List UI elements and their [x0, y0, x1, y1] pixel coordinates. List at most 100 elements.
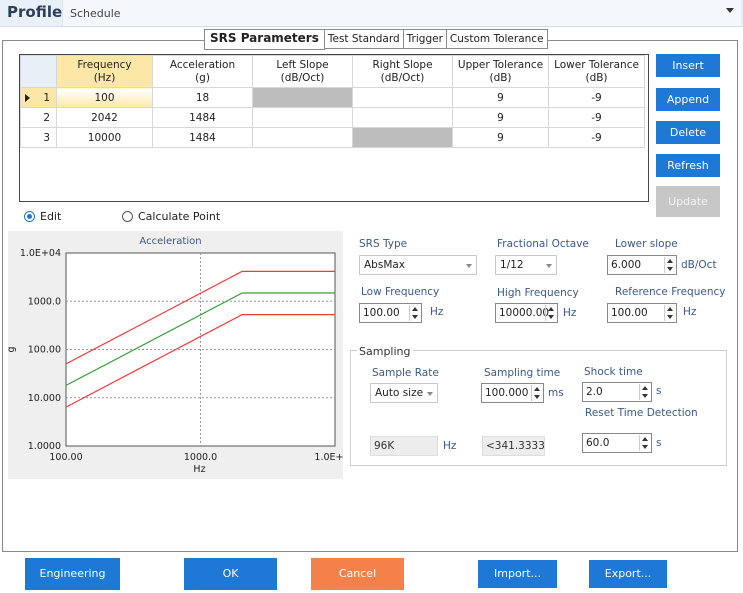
cell-lower-tolerance[interactable]: -9 — [548, 127, 645, 148]
tab-trigger[interactable]: Trigger — [402, 29, 447, 49]
schedule-label: Schedule — [70, 7, 121, 20]
y-tick-label: 1.0E+04 — [20, 248, 61, 259]
engineering-units-button[interactable]: Engineering Units — [25, 558, 120, 590]
table-row[interactable]: 1 100 18 9 -9 — [20, 87, 645, 108]
arrow-up-icon — [667, 307, 673, 311]
cell-lower-tolerance[interactable]: -9 — [548, 87, 645, 108]
arrow-up-icon — [534, 387, 540, 391]
table-row[interactable]: 2 2042 1484 9 -9 — [20, 107, 645, 128]
cell-frequency[interactable]: 10000 — [56, 127, 153, 148]
header-name: Lower Tolerance — [554, 58, 639, 71]
edit-radio[interactable]: Edit — [24, 210, 61, 223]
spinner-arrows-icon[interactable] — [545, 305, 556, 321]
reference-frequency-spinner[interactable]: 100.00 — [607, 303, 677, 323]
spinner-arrows-icon[interactable] — [409, 305, 420, 321]
srs-type-select[interactable]: AbsMax — [359, 255, 477, 275]
srs-parameter-grid[interactable]: Frequency (Hz) Acceleration (g) Left Slope… — [19, 54, 649, 202]
lower-slope-spinner[interactable]: 6.000 — [607, 255, 677, 275]
row-pointer-icon — [25, 94, 30, 102]
reference-frequency-value: 100.00 — [611, 307, 648, 319]
column-header-acceleration[interactable]: Acceleration (g) — [152, 55, 253, 88]
spinner-arrows-icon[interactable] — [531, 385, 542, 401]
lower-slope-value: 6.000 — [611, 259, 642, 271]
arrow-down-icon — [642, 445, 648, 449]
arrow-down-icon — [667, 315, 673, 319]
shock-time-spinner[interactable]: 2.0 — [582, 382, 652, 402]
row-header[interactable]: 1 — [20, 87, 57, 108]
header-unit: (Hz) — [93, 71, 116, 84]
arrow-up-icon — [667, 259, 673, 263]
cancel-button[interactable]: Cancel — [311, 558, 404, 590]
chevron-down-icon — [726, 8, 734, 13]
lower-slope-unit: dB/Oct — [681, 259, 717, 271]
sampling-time-spinner[interactable]: 100.000 — [481, 383, 544, 403]
low-frequency-spinner[interactable]: 100.00 — [359, 303, 422, 323]
y-tick-label: 10.000 — [28, 393, 61, 404]
fractional-octave-select[interactable]: 1/12 — [495, 255, 557, 275]
cell-frequency[interactable]: 2042 — [56, 107, 153, 128]
cell-acceleration[interactable]: 1484 — [152, 107, 253, 128]
delete-button[interactable]: Delete — [656, 121, 720, 144]
sample-rate-label: Sample Rate — [372, 367, 439, 379]
spinner-arrows-icon[interactable] — [664, 257, 675, 273]
cell-acceleration[interactable]: 18 — [152, 87, 253, 108]
srs-type-label: SRS Type — [359, 238, 408, 250]
arrow-up-icon — [412, 307, 418, 311]
export-button[interactable]: Export... — [589, 560, 667, 588]
lower-slope-label: Lower slope — [615, 238, 678, 250]
spinner-arrows-icon[interactable] — [639, 435, 650, 451]
column-header-upper-tolerance[interactable]: Upper Tolerance (dB) — [452, 55, 549, 88]
chevron-down-icon — [427, 392, 433, 396]
import-button[interactable]: Import... — [478, 560, 557, 588]
insert-button[interactable]: Insert — [656, 54, 720, 77]
header-name: Left Slope — [276, 58, 329, 71]
arrow-up-icon — [642, 386, 648, 390]
sample-rate-value: Auto size — [375, 387, 424, 399]
row-header[interactable]: 3 — [20, 127, 57, 148]
cell-left-slope[interactable] — [252, 107, 353, 128]
cell-lower-tolerance[interactable]: -9 — [548, 107, 645, 128]
chevron-down-icon — [546, 264, 552, 268]
append-button[interactable]: Append — [656, 88, 720, 111]
high-frequency-spinner[interactable]: 10000.00 — [495, 303, 558, 323]
tab-custom-tolerance[interactable]: Custom Tolerance — [445, 29, 548, 49]
column-header-lower-tolerance[interactable]: Lower Tolerance (dB) — [548, 55, 645, 88]
sample-rate-select[interactable]: Auto size — [370, 383, 438, 403]
arrow-up-icon — [548, 307, 554, 311]
tab-srs-parameters[interactable]: SRS Parameters — [204, 29, 325, 50]
x-tick-label: 100.00 — [49, 452, 82, 463]
y-tick-label: 100.00 — [28, 345, 61, 356]
schedule-dropdown[interactable]: Schedule — [62, 0, 741, 26]
row-header[interactable]: 2 — [20, 107, 57, 128]
refresh-button[interactable]: Refresh — [656, 154, 720, 177]
cell-right-slope[interactable] — [352, 107, 453, 128]
cell-right-slope[interactable] — [352, 87, 453, 108]
x-tick-label: 1000.0 — [184, 452, 217, 463]
cell-left-slope[interactable] — [252, 127, 353, 148]
cell-upper-tolerance[interactable]: 9 — [452, 127, 549, 148]
tab-test-standard[interactable]: Test Standard — [323, 29, 404, 49]
update-button[interactable]: Update — [656, 186, 720, 217]
table-row[interactable]: 3 10000 1484 9 -9 — [20, 127, 645, 148]
grid-corner — [20, 55, 57, 88]
row-number: 1 — [43, 91, 50, 104]
edit-radio-label: Edit — [40, 210, 62, 223]
column-header-left-slope[interactable]: Left Slope (dB/Oct) — [252, 55, 353, 88]
column-header-frequency[interactable]: Frequency (Hz) — [56, 55, 153, 88]
spinner-arrows-icon[interactable] — [664, 305, 675, 321]
cell-upper-tolerance[interactable]: 9 — [452, 107, 549, 128]
cell-frequency[interactable]: 100 — [56, 87, 153, 108]
cell-right-slope — [352, 127, 453, 148]
calculate-point-radio[interactable]: Calculate Point — [122, 210, 220, 223]
spinner-arrows-icon[interactable] — [639, 384, 650, 400]
radio-selected-icon — [24, 211, 35, 222]
reset-time-spinner[interactable]: 60.0 — [582, 433, 652, 453]
ok-button[interactable]: OK — [184, 558, 277, 590]
header-unit: (dB/Oct) — [280, 71, 325, 84]
cell-acceleration[interactable]: 1484 — [152, 127, 253, 148]
arrow-up-icon — [642, 437, 648, 441]
acceleration-chart: 1.0E+04 1000.0 100.00 10.000 1.0000 100.00 100… — [8, 231, 343, 479]
column-header-right-slope[interactable]: Right Slope (dB/Oct) — [352, 55, 453, 88]
shock-time-value: 2.0 — [586, 386, 603, 398]
cell-upper-tolerance[interactable]: 9 — [452, 87, 549, 108]
